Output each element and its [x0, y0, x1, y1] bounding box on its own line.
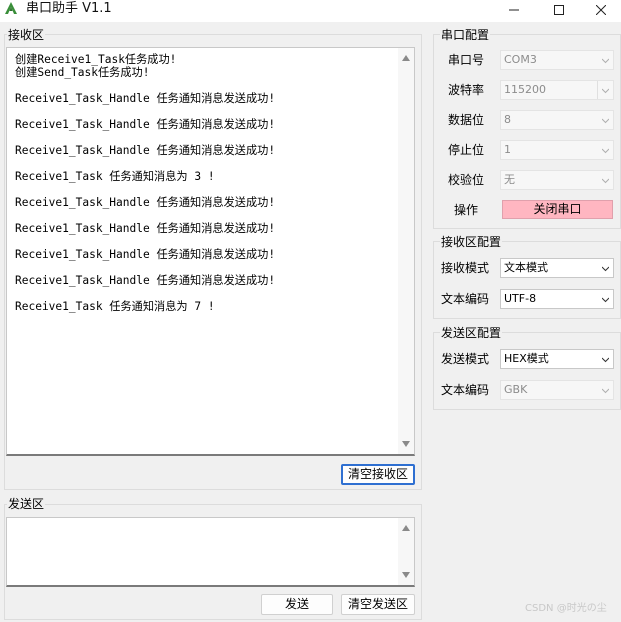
parity-select[interactable]: 无 — [500, 170, 614, 190]
chevron-down-icon — [602, 117, 609, 124]
databits-select[interactable]: 8 — [500, 110, 614, 130]
receive-line: Receive1_Task_Handle 任务通知消息发送成功! — [15, 274, 276, 287]
watermark: CSDN @时光の尘 — [525, 603, 607, 614]
chevron-down-icon — [602, 57, 609, 64]
clear-receive-button[interactable]: 清空接收区 — [341, 464, 415, 485]
receive-line: Receive1_Task_Handle 任务通知消息发送成功! — [15, 118, 276, 131]
receive-line — [15, 157, 275, 170]
receive-encoding-select[interactable]: UTF-8 — [500, 289, 614, 309]
chevron-down-icon — [602, 177, 609, 184]
title-bar: 串口助手 V1.1 — [0, 0, 621, 22]
receive-line — [15, 261, 275, 274]
receive-mode-label: 接收模式 — [441, 261, 490, 275]
baud-label: 波特率 — [448, 83, 485, 97]
receive-line: Receive1_Task_Handle 任务通知消息发送成功! — [15, 144, 276, 157]
receive-line: Receive1_Task_Handle 任务通知消息发送成功! — [15, 248, 276, 261]
clear-send-button[interactable]: 清空发送区 — [341, 594, 415, 615]
receive-line — [15, 105, 275, 118]
receive-line — [15, 131, 275, 144]
receive-line — [15, 209, 275, 222]
stopbits-label: 停止位 — [448, 143, 485, 157]
send-encoding-select[interactable]: GBK — [500, 380, 614, 400]
send-textarea[interactable] — [6, 517, 415, 587]
baud-input[interactable]: 115200 — [500, 80, 614, 100]
minimize-button[interactable] — [491, 0, 537, 22]
send-mode-label: 发送模式 — [441, 352, 490, 366]
receive-line — [15, 287, 275, 300]
port-select[interactable]: COM3 — [500, 50, 614, 70]
receive-config-label: 接收区配置 — [440, 235, 503, 249]
receive-line: Receive1_Task 任务通知消息为 7 ! — [15, 300, 215, 313]
serial-config-label: 串口配置 — [440, 28, 491, 42]
receive-line: 创建Send_Task任务成功! — [15, 66, 150, 79]
port-label: 串口号 — [448, 53, 485, 67]
receive-line: 创建Receive1_Task任务成功! — [15, 53, 177, 66]
receive-mode-select[interactable]: 文本模式 — [500, 258, 614, 278]
scroll-down-icon[interactable] — [402, 441, 410, 447]
scroll-down-icon[interactable] — [402, 572, 410, 578]
chevron-down-icon — [602, 265, 609, 272]
receive-line: Receive1_Task_Handle 任务通知消息发送成功! — [15, 196, 276, 209]
send-scrollbar[interactable] — [398, 518, 414, 585]
parity-label: 校验位 — [448, 173, 485, 187]
chevron-down-icon — [602, 296, 609, 303]
receive-line — [15, 79, 275, 92]
maximize-button[interactable] — [536, 0, 582, 22]
receive-line — [15, 183, 275, 196]
receive-scrollbar[interactable] — [398, 48, 414, 454]
chevron-down-icon — [602, 387, 609, 394]
send-group-label: 发送区 — [7, 497, 46, 511]
chevron-down-icon — [602, 87, 609, 94]
receive-line: Receive1_Task 任务通知消息为 3 ! — [15, 170, 215, 183]
receive-group-label: 接收区 — [7, 28, 46, 42]
receive-encoding-label: 文本编码 — [441, 292, 490, 306]
receive-textarea[interactable]: 创建Receive1_Task任务成功! 创建Send_Task任务成功! Rec… — [6, 47, 415, 456]
close-port-button[interactable]: 关闭串口 — [502, 200, 613, 219]
app-logo-icon — [3, 1, 19, 17]
spin-buttons[interactable] — [597, 81, 613, 99]
close-icon — [595, 4, 607, 18]
maximize-icon — [554, 4, 564, 18]
operation-label: 操作 — [454, 203, 479, 217]
databits-label: 数据位 — [448, 113, 485, 127]
send-encoding-label: 文本编码 — [441, 383, 490, 397]
scroll-up-icon[interactable] — [402, 525, 410, 531]
send-config-label: 发送区配置 — [440, 326, 503, 340]
close-button[interactable] — [581, 0, 621, 22]
minimize-icon — [509, 4, 519, 18]
receive-line: Receive1_Task_Handle 任务通知消息发送成功! — [15, 222, 276, 235]
send-button[interactable]: 发送 — [261, 594, 333, 615]
receive-line — [15, 235, 275, 248]
chevron-down-icon — [602, 356, 609, 363]
stopbits-select[interactable]: 1 — [500, 140, 614, 160]
receive-line: Receive1_Task_Handle 任务通知消息发送成功! — [15, 92, 276, 105]
receive-text: 创建Receive1_Task任务成功! 创建Send_Task任务成功! Rec… — [15, 53, 275, 313]
scroll-up-icon[interactable] — [402, 55, 410, 61]
window-title: 串口助手 V1.1 — [26, 1, 112, 16]
chevron-down-icon — [602, 147, 609, 154]
send-mode-select[interactable]: HEX模式 — [500, 349, 614, 369]
